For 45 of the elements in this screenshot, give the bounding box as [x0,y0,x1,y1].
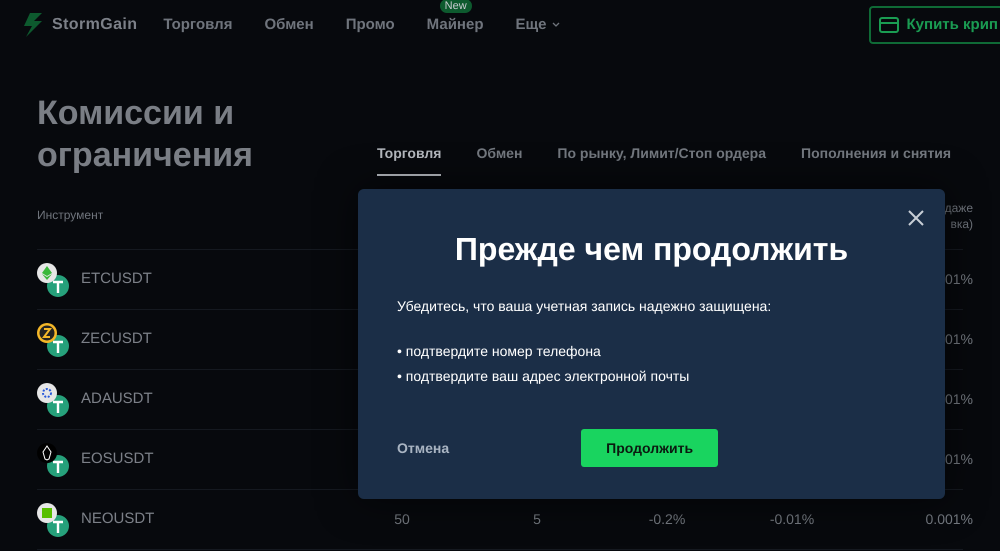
tab[interactable]: Торговля [377,143,442,176]
close-button[interactable] [907,209,925,227]
tab[interactable]: По рынку, Лимит/Стоп ордера [557,143,766,176]
nav-link[interactable]: Торговля [163,14,232,36]
page-title: Комиссии и ограничения [37,93,254,176]
pair-name: ADAUSDT [81,389,153,410]
pair-name: ETCUSDT [81,269,152,290]
table-cell-text: -0.2% [648,510,686,529]
coin-pair-icon [37,502,71,536]
brand-name: StormGain [52,15,138,35]
column-header: вка) [950,216,973,232]
cancel-button[interactable]: Отмена [397,438,450,458]
pair-name: ZECUSDT [81,329,152,350]
nav-link[interactable]: Еще [515,14,560,36]
coin-pair-icon [37,322,71,356]
table-cell-text: -0.01% [768,510,816,529]
nav-link[interactable]: Майнер [426,14,484,36]
table-cell-text: 50 [393,510,411,529]
requirement-text: • подтвердите ваш адрес электронной почты [397,367,690,386]
table-cell-text: 01% [944,390,973,409]
tab[interactable]: Обмен [476,143,522,176]
tab[interactable]: Пополнения и снятия [801,143,952,176]
new-badge: New [440,0,472,13]
nav-link[interactable]: Обмен [264,14,314,36]
table-cell-text: 01% [944,450,973,469]
pair-name: EOSUSDT [81,449,154,470]
table-cell-text: 01% [944,270,973,289]
lightning-logo-icon [22,13,44,37]
dialog-title: Прежде чем продолжить [454,230,850,269]
continue-button[interactable]: Продолжить [581,429,718,467]
close-icon [907,209,925,227]
nav-link[interactable]: Промо [346,14,395,36]
table-cell-text: 5 [532,510,542,529]
requirement-text: • подтвердите номер телефона [397,342,602,361]
card-icon [878,17,899,33]
pair-name: NEOUSDT [81,509,154,530]
dialog-message: Убедитесь, что ваша учетная запись надежно защищена: [397,297,772,316]
table-cell-text: 01% [944,330,973,349]
column-header: даже [944,200,973,216]
coin-pair-icon [37,442,71,476]
column-header: Инструмент [37,207,104,224]
coin-pair-icon [37,382,71,416]
coin-pair-icon [37,262,71,296]
table-cell-text: 0.001% [924,510,973,529]
buy-crypto-button[interactable]: Купить крип [868,6,1000,44]
